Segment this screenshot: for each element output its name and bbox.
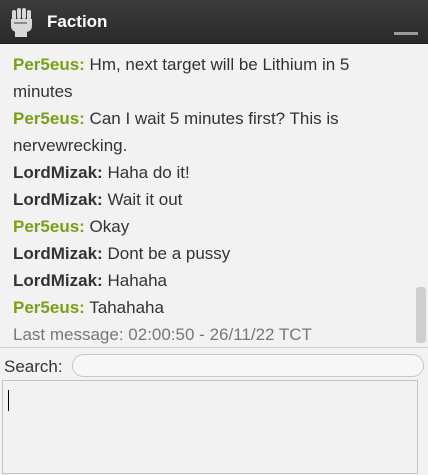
- chat-message: LordMizak: Haha do it!: [13, 159, 405, 186]
- message-sender[interactable]: LordMizak:: [13, 271, 103, 290]
- minimize-icon: [394, 32, 418, 35]
- minimize-button[interactable]: [394, 30, 418, 36]
- chat-message: LordMizak: Dont be a pussy: [13, 240, 405, 267]
- chat-message: LordMizak: Wait it out: [13, 186, 405, 213]
- chat-message: Per5eus: Hm, next target will be Lithium…: [13, 51, 405, 105]
- message-sender[interactable]: Per5eus:: [13, 298, 85, 317]
- message-sender[interactable]: LordMizak:: [13, 244, 103, 263]
- faction-chat-window: Faction Per5eus: Hm, next target will be…: [0, 0, 428, 475]
- raised-fist-icon: [11, 8, 32, 37]
- message-sender[interactable]: Per5eus:: [13, 55, 85, 74]
- message-list: Per5eus: Hm, next target will be Lithium…: [13, 51, 405, 347]
- search-bar: Search:: [0, 348, 428, 380]
- chat-message: Per5eus: Tahahaha: [13, 294, 405, 321]
- chat-title: Faction: [47, 12, 108, 31]
- chat-message: Per5eus: Can I wait 5 minutes first? Thi…: [13, 105, 405, 159]
- message-history[interactable]: Per5eus: Hm, next target will be Lithium…: [0, 45, 428, 347]
- message-text: Tahahaha: [84, 298, 164, 317]
- search-label: Search:: [4, 357, 63, 376]
- chat-header[interactable]: Faction: [0, 0, 428, 44]
- message-input[interactable]: [2, 380, 418, 474]
- message-sender[interactable]: Per5eus:: [13, 217, 85, 236]
- message-text: Okay: [84, 217, 130, 236]
- message-text: Haha do it!: [102, 163, 190, 182]
- search-input[interactable]: [72, 354, 424, 377]
- text-caret: [8, 390, 9, 411]
- message-sender[interactable]: LordMizak:: [13, 163, 103, 182]
- message-sender[interactable]: Per5eus:: [13, 109, 85, 128]
- message-sender[interactable]: LordMizak:: [13, 190, 103, 209]
- message-text: Hahaha: [102, 271, 168, 290]
- chat-message: LordMizak: Hahaha: [13, 267, 405, 294]
- chat-message: Per5eus: Okay: [13, 213, 405, 240]
- message-text: Dont be a pussy: [102, 244, 231, 263]
- message-text: Wait it out: [102, 190, 183, 209]
- scrollbar-thumb[interactable]: [416, 287, 426, 343]
- last-message-timestamp: Last message: 02:00:50 - 26/11/22 TCT: [13, 325, 312, 344]
- scrollbar[interactable]: [413, 45, 428, 347]
